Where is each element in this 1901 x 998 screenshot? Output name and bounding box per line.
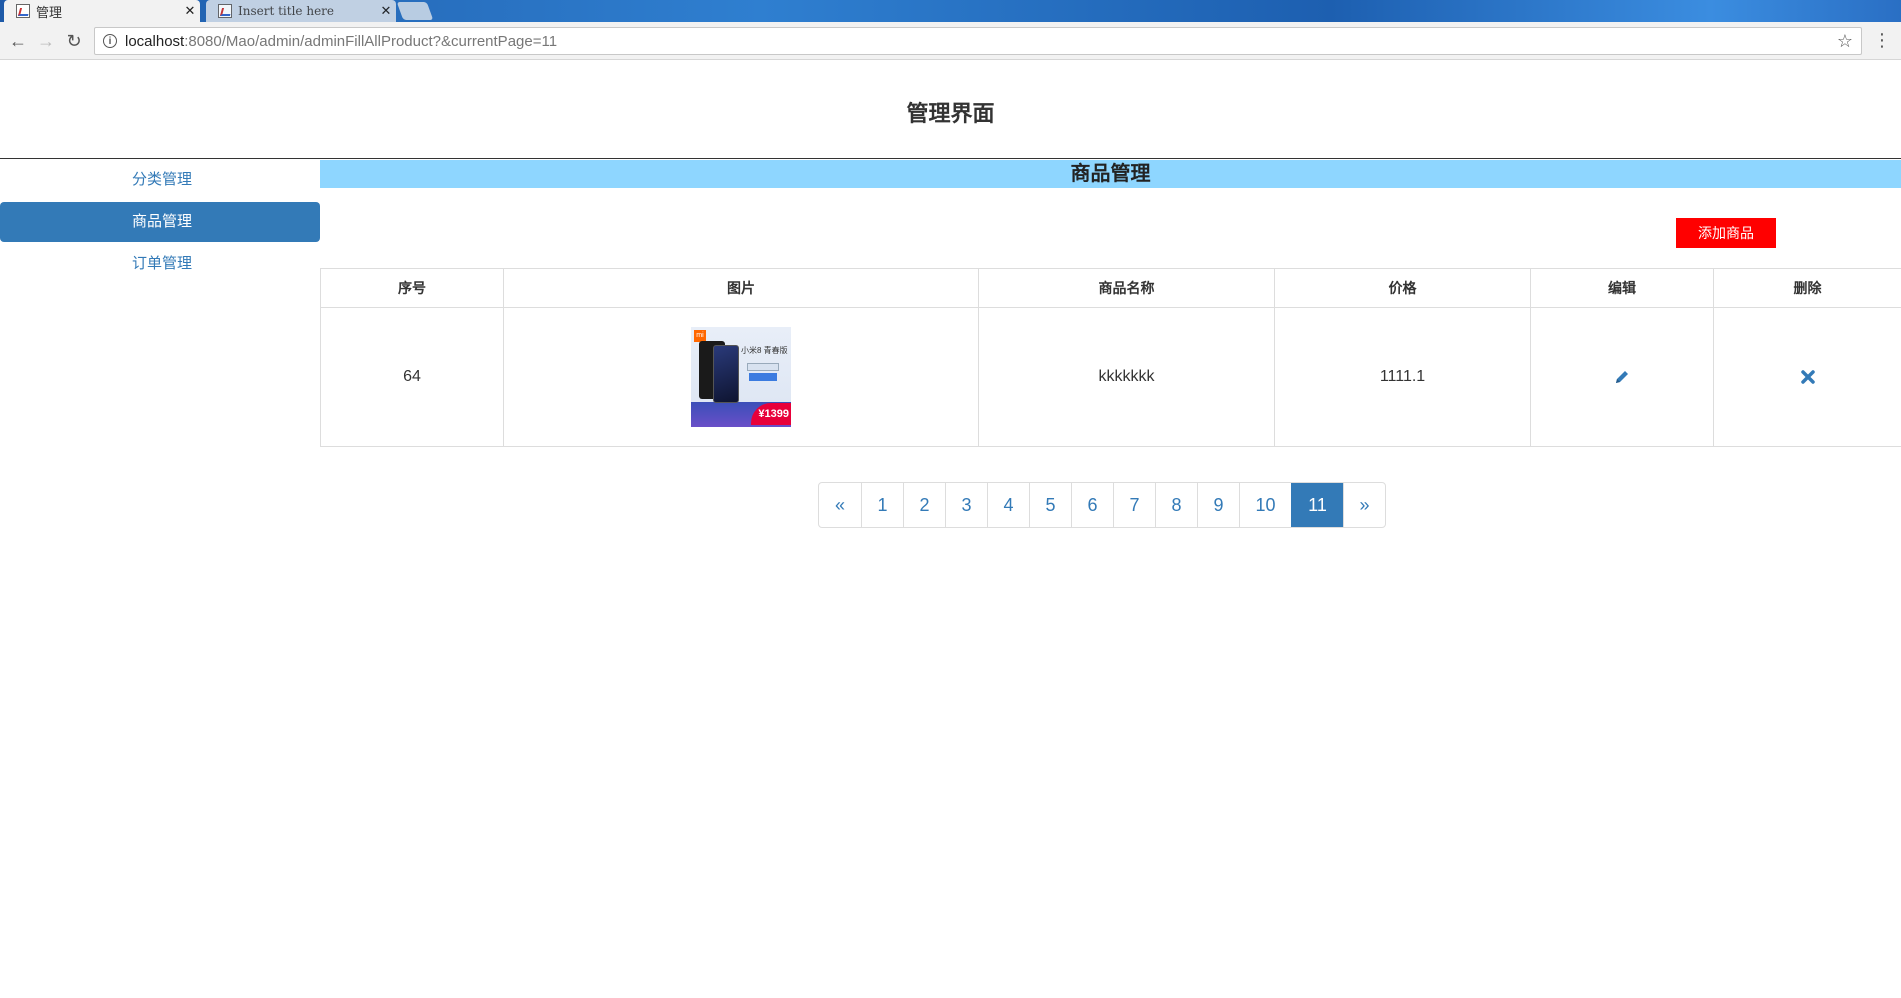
table-row: 64 mi 小米8 青春版 ¥1399 kkkkkkk 1111.1 — [320, 307, 1901, 447]
product-image-button — [749, 373, 777, 381]
bookmark-star-icon[interactable]: ☆ — [1837, 31, 1853, 52]
pagination-page[interactable]: 8 — [1155, 483, 1197, 527]
tab-title: 管理 — [36, 4, 63, 20]
sidebar-item-product[interactable]: 商品管理 — [0, 202, 320, 242]
column-header-delete: 删除 — [1713, 268, 1901, 308]
column-header-price: 价格 — [1274, 268, 1531, 308]
column-header-index: 序号 — [320, 268, 504, 308]
info-icon[interactable]: i — [103, 34, 117, 48]
pagination-page[interactable]: 1 — [861, 483, 903, 527]
browser-menu-icon[interactable]: ⋮ — [1873, 30, 1891, 50]
cell-name: kkkkkkk — [978, 307, 1275, 447]
cell-edit — [1530, 307, 1714, 447]
page-favicon-icon — [218, 4, 232, 18]
pagination-page[interactable]: 6 — [1071, 483, 1113, 527]
pencil-icon[interactable] — [1613, 368, 1631, 385]
new-tab-button[interactable] — [396, 2, 434, 20]
reload-icon[interactable]: ↻ — [64, 31, 84, 51]
cell-price: 1111.1 — [1274, 307, 1531, 447]
close-tab-icon[interactable]: ✕ — [376, 3, 396, 19]
sidebar-item-category[interactable]: 分类管理 — [0, 160, 320, 200]
browser-tab-active[interactable]: 管理 ✕ — [4, 0, 200, 22]
pagination-next[interactable]: » — [1343, 483, 1385, 527]
close-tab-icon[interactable]: ✕ — [180, 3, 200, 19]
pagination-page[interactable]: 9 — [1197, 483, 1239, 527]
product-image-title: 小米8 青春版 — [741, 346, 788, 355]
pagination: « 1 2 3 4 5 6 7 8 9 10 11 » — [818, 482, 1386, 528]
pagination-page[interactable]: 7 — [1113, 483, 1155, 527]
column-header-image: 图片 — [503, 268, 979, 308]
column-header-edit: 编辑 — [1530, 268, 1714, 308]
sidebar-item-order[interactable]: 订单管理 — [0, 244, 320, 284]
sidebar: 分类管理 商品管理 订单管理 — [0, 160, 320, 286]
forward-arrow-icon[interactable]: → — [36, 31, 56, 51]
browser-toolbar: ← → ↻ i localhost:8080/Mao/admin/adminFi… — [0, 22, 1901, 60]
pagination-page[interactable]: 2 — [903, 483, 945, 527]
pagination-page[interactable]: 3 — [945, 483, 987, 527]
page-header: 管理界面 — [0, 61, 1901, 159]
pagination-page[interactable]: 4 — [987, 483, 1029, 527]
pagination-page-current[interactable]: 11 — [1291, 483, 1343, 527]
url-path: :8080/Mao/admin/adminFillAllProduct?&cur… — [184, 32, 558, 50]
cell-index: 64 — [320, 307, 504, 447]
pagination-page[interactable]: 10 — [1239, 483, 1291, 527]
section-title: 商品管理 — [320, 160, 1901, 188]
product-table: 序号 图片 商品名称 价格 编辑 删除 64 mi 小米8 青春版 ¥1399 … — [320, 268, 1901, 447]
pagination-page[interactable]: 5 — [1029, 483, 1071, 527]
browser-tab-inactive[interactable]: Insert title here ✕ — [206, 0, 396, 22]
main-content: 商品管理 添加商品 序号 图片 商品名称 价格 编辑 删除 64 mi 小米8 … — [320, 160, 1901, 528]
phone-front-image — [713, 345, 739, 403]
page-favicon-icon — [16, 4, 30, 18]
column-header-name: 商品名称 — [978, 268, 1275, 308]
remove-icon[interactable] — [1800, 368, 1816, 385]
product-image-price: ¥1399 — [751, 403, 791, 425]
cell-delete — [1713, 307, 1901, 447]
url-host: localhost — [125, 32, 185, 50]
pagination-prev[interactable]: « — [819, 483, 861, 527]
back-arrow-icon[interactable]: ← — [8, 31, 28, 51]
product-image: mi 小米8 青春版 ¥1399 — [691, 327, 791, 427]
address-bar[interactable]: i localhost:8080/Mao/admin/adminFillAllP… — [94, 27, 1862, 55]
add-product-button[interactable]: 添加商品 — [1676, 218, 1776, 248]
tab-strip: 管理 ✕ Insert title here ✕ — [0, 0, 1901, 22]
tab-title: Insert title here — [238, 4, 335, 18]
table-header-row: 序号 图片 商品名称 价格 编辑 删除 — [320, 268, 1901, 308]
page-title: 管理界面 — [906, 101, 995, 126]
cell-image: mi 小米8 青春版 ¥1399 — [503, 307, 979, 447]
product-image-tag — [747, 363, 779, 371]
